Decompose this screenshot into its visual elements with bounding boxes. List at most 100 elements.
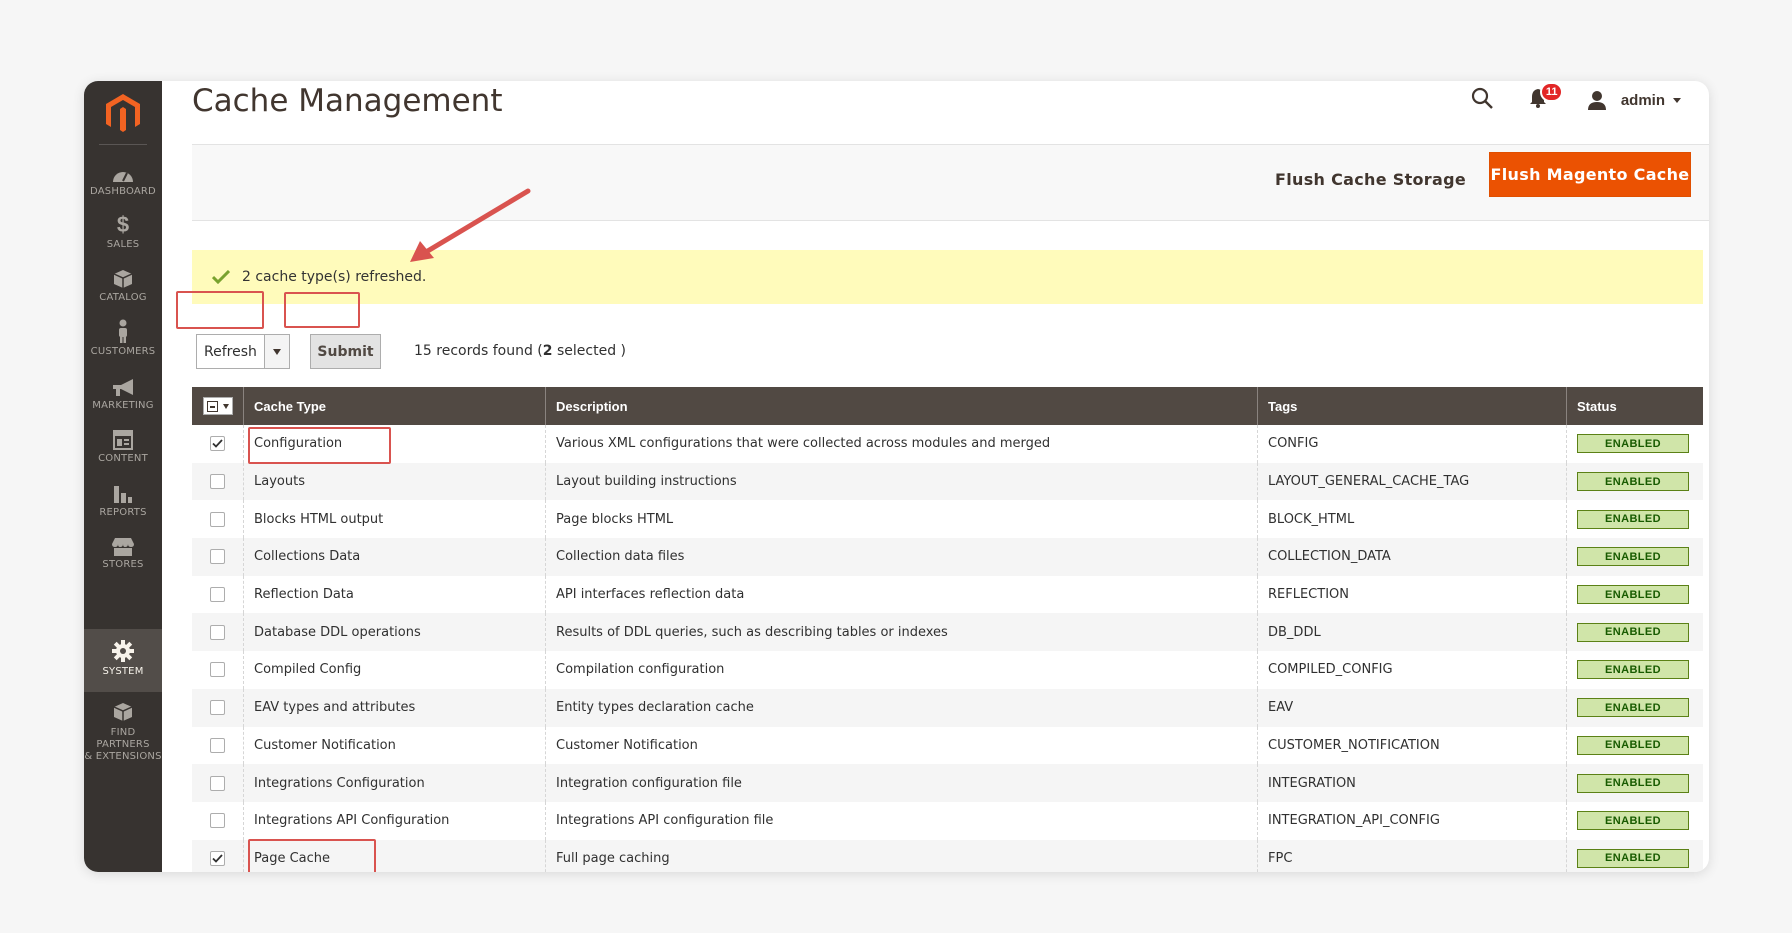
- row-select-cell: [192, 500, 244, 539]
- status-cell: ENABLED: [1567, 727, 1703, 765]
- row-select-cell: [192, 726, 244, 765]
- tags-cell: COMPILED_CONFIG: [1258, 651, 1567, 689]
- table-row[interactable]: Collections Data Collection data files COL…: [192, 538, 1703, 576]
- tags-cell: DB_DDL: [1258, 613, 1567, 652]
- sidebar-item-stores[interactable]: STORES: [84, 522, 162, 582]
- cache-type-cell: Page Cache: [244, 839, 546, 872]
- sidebar-item-label-line1: FIND PARTNERS: [96, 727, 150, 750]
- row-checkbox[interactable]: [210, 587, 225, 603]
- cache-type-cell: Integrations API Configuration: [244, 801, 546, 840]
- records-found: 15 records found (2 selected ): [414, 343, 626, 359]
- submit-button[interactable]: Submit: [310, 334, 381, 369]
- description-cell: Collection data files: [546, 538, 1258, 576]
- selected-count: 2: [542, 343, 553, 359]
- description-cell: Layout building instructions: [546, 462, 1258, 501]
- row-checkbox[interactable]: [210, 775, 225, 791]
- table-row[interactable]: Reflection Data API interfaces reflection…: [192, 575, 1703, 614]
- column-header-status[interactable]: Status: [1567, 387, 1703, 425]
- description-cell: Integration configuration file: [546, 764, 1258, 802]
- table-row[interactable]: Customer Notification Customer Notificati…: [192, 726, 1703, 765]
- layout-icon: [113, 424, 133, 450]
- sidebar-item-label-line2: & EXTENSIONS: [84, 751, 162, 762]
- sidebar-item-reports[interactable]: REPORTS: [84, 470, 162, 530]
- person-icon: [116, 317, 130, 343]
- row-checkbox[interactable]: [210, 474, 225, 490]
- table-row[interactable]: Integrations Configuration Integration co…: [192, 764, 1703, 802]
- status-badge: ENABLED: [1577, 811, 1689, 831]
- checkbox-indeterminate-icon: [206, 400, 218, 412]
- row-checkbox[interactable]: [210, 737, 225, 753]
- page-title: Cache Management: [192, 83, 503, 119]
- table-row[interactable]: Page Cache Full page caching FPC ENABLED: [192, 839, 1703, 872]
- tags-cell: CUSTOMER_NOTIFICATION: [1258, 726, 1567, 765]
- description-cell: Compilation configuration: [546, 651, 1258, 689]
- status-cell: ENABLED: [1567, 500, 1703, 538]
- table-row[interactable]: Compiled Config Compilation configuration…: [192, 651, 1703, 689]
- chevron-down-icon[interactable]: [264, 335, 289, 368]
- status-cell: ENABLED: [1567, 689, 1703, 727]
- checkmark-icon: [212, 270, 230, 284]
- description-cell: API interfaces reflection data: [546, 575, 1258, 614]
- user-menu[interactable]: admin: [1587, 90, 1681, 110]
- cache-type-cell: Configuration: [244, 425, 546, 463]
- row-checkbox[interactable]: [210, 813, 225, 829]
- row-select-cell: [192, 575, 244, 614]
- row-checkbox[interactable]: [210, 436, 225, 452]
- sidebar-item-label: CATALOG: [99, 292, 147, 303]
- cache-type-cell: Reflection Data: [244, 575, 546, 614]
- table-row[interactable]: Configuration Various XML configurations …: [192, 425, 1703, 463]
- sidebar-item-content[interactable]: CONTENT: [84, 416, 162, 476]
- notifications-bell[interactable]: 11: [1529, 81, 1564, 113]
- description-cell: Full page caching: [546, 839, 1258, 872]
- row-checkbox[interactable]: [210, 624, 225, 640]
- mass-action-value: Refresh: [204, 343, 257, 360]
- boxes-icon: [112, 701, 134, 724]
- mass-select-toggle[interactable]: [202, 397, 233, 415]
- row-checkbox[interactable]: [210, 662, 225, 678]
- grid-body: Configuration Various XML configurations …: [192, 425, 1703, 872]
- sidebar-item-sales[interactable]: $ SALES: [84, 202, 162, 262]
- table-row[interactable]: Database DDL operations Results of DDL qu…: [192, 613, 1703, 652]
- tags-cell: FPC: [1258, 839, 1567, 872]
- row-select-cell: [192, 651, 244, 689]
- sidebar-item-customers[interactable]: CUSTOMERS: [84, 309, 162, 369]
- flush-magento-cache-button[interactable]: Flush Magento Cache: [1489, 152, 1691, 197]
- row-checkbox[interactable]: [210, 850, 225, 866]
- cache-type-cell: Collections Data: [244, 538, 546, 576]
- description-cell: Various XML configurations that were col…: [546, 425, 1258, 463]
- admin-sidebar: DASHBOARD $ SALES CATALOG CUSTOMERS MARK…: [84, 81, 162, 872]
- sidebar-item-label: SYSTEM: [102, 666, 144, 677]
- table-row[interactable]: Blocks HTML output Page blocks HTML BLOCK_…: [192, 500, 1703, 539]
- search-icon[interactable]: [1471, 87, 1493, 114]
- status-cell: ENABLED: [1567, 840, 1703, 872]
- status-badge: ENABLED: [1577, 434, 1689, 454]
- mass-action-select[interactable]: Refresh: [196, 334, 290, 369]
- status-cell: ENABLED: [1567, 613, 1703, 651]
- magento-logo-icon[interactable]: [97, 88, 149, 140]
- sidebar-item-system[interactable]: SYSTEM: [84, 629, 162, 692]
- sidebar-item-marketing[interactable]: MARKETING: [84, 363, 162, 423]
- table-row[interactable]: Layouts Layout building instructions LAYOU…: [192, 462, 1703, 501]
- sidebar-item-catalog[interactable]: CATALOG: [84, 255, 162, 315]
- megaphone-icon: [111, 371, 135, 397]
- sidebar-item-find-partners[interactable]: FIND PARTNERS & EXTENSIONS: [84, 693, 162, 763]
- row-checkbox[interactable]: [210, 511, 225, 527]
- checkmark-icon: [212, 439, 223, 449]
- row-checkbox[interactable]: [210, 549, 225, 565]
- header-actions: 11 admin: [1471, 81, 1681, 115]
- table-row[interactable]: EAV types and attributes Entity types dec…: [192, 688, 1703, 727]
- status-cell: ENABLED: [1567, 651, 1703, 689]
- status-badge: ENABLED: [1577, 585, 1689, 605]
- row-select-cell: [192, 688, 244, 727]
- column-header-description[interactable]: Description: [546, 387, 1258, 425]
- column-header-cache-type[interactable]: Cache Type: [244, 387, 546, 425]
- column-header-tags[interactable]: Tags: [1258, 387, 1567, 425]
- table-row[interactable]: Integrations API Configuration Integratio…: [192, 801, 1703, 840]
- sidebar-item-dashboard[interactable]: DASHBOARD: [84, 149, 162, 209]
- tags-cell: REFLECTION: [1258, 575, 1567, 614]
- flush-cache-storage-button[interactable]: Flush Cache Storage: [1275, 170, 1466, 189]
- grid-header-mass-select: [192, 387, 244, 425]
- chevron-down-icon: [1673, 97, 1681, 103]
- row-checkbox[interactable]: [210, 700, 225, 716]
- row-select-cell: [192, 613, 244, 652]
